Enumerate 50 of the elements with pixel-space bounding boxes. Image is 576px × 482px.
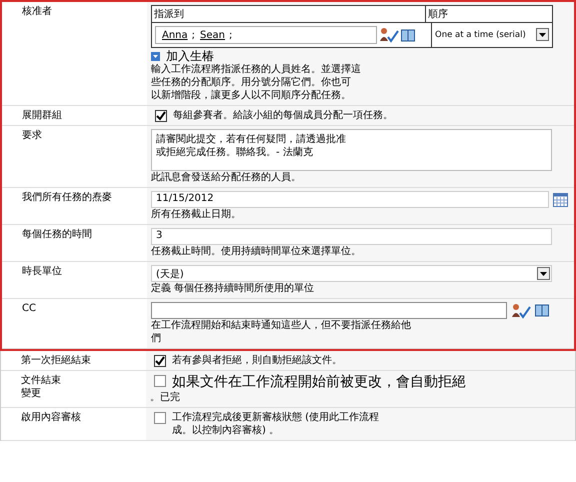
field-label: 變更 <box>21 387 41 400</box>
checkbox[interactable] <box>154 375 166 387</box>
help-text: 們 <box>151 332 161 345</box>
address-book-icon[interactable] <box>401 28 415 42</box>
person-link[interactable]: Sean <box>200 30 225 40</box>
field-label: 核准者 <box>22 5 52 18</box>
field-label: 時長單位 <box>22 265 62 278</box>
column-header: 指派到 <box>153 8 185 22</box>
person-link[interactable]: Anna <box>162 30 188 40</box>
checkbox-label: 如果文件在工作流程開始前被更改，會自動拒絕 <box>172 374 466 391</box>
expand-icon[interactable] <box>151 52 160 60</box>
checkbox-label: 工作流程完成後更新審核狀態 (使用此工作流程 <box>172 411 380 424</box>
help-text: 。已完 <box>150 391 180 404</box>
check-names-icon[interactable] <box>379 27 399 43</box>
checkbox-label: 若有參與者拒絕，則自動拒絕該文件。 <box>172 354 342 367</box>
people-field[interactable]: Anna ; Sean ; <box>155 26 377 44</box>
checkbox[interactable] <box>154 412 166 424</box>
cc-field[interactable] <box>151 302 507 319</box>
field-label: 我們所有任務的焘麥 <box>22 191 112 204</box>
checkbox-label: 每組參賽者。給該小組的每個成員分配一項任務。 <box>173 109 393 122</box>
checkbox[interactable] <box>154 355 166 367</box>
help-text: 所有任務截止日期。 <box>151 208 241 221</box>
order-dropdown[interactable]: One at a time (serial) <box>434 27 550 42</box>
checkbox[interactable] <box>155 110 167 122</box>
separator: ; <box>192 30 196 40</box>
date-field[interactable]: 11/15/2012 <box>151 191 549 208</box>
help-text: 定義 每個任務持續時間所使用的單位 <box>151 282 314 295</box>
help-text: 些任務的分配順序。用分號分隔它們。你也可 <box>151 76 351 89</box>
request-textarea[interactable]: 請審閱此提交，若有任何疑問，請透過批准 或拒絕完成任務。聯絡我。- 法蘭克 <box>151 129 552 171</box>
field-label: 啟用內容審核 <box>21 411 81 424</box>
add-stage-link[interactable]: 加入生椿 <box>166 49 214 63</box>
field-label: CC <box>22 302 36 315</box>
separator: ; <box>229 30 232 40</box>
help-text: 輸入工作流程將指派任務的人員姓名。並選擇這 <box>151 63 361 76</box>
check-names-icon[interactable] <box>511 302 531 318</box>
help-text: 在工作流程開始和結束時通知這些人，但不要指派任務給他 <box>151 319 411 332</box>
field-label: 第一次拒絕結束 <box>21 354 91 367</box>
address-book-icon[interactable] <box>535 304 549 317</box>
column-header: 順序 <box>427 8 449 22</box>
unit-dropdown[interactable]: (天是) <box>151 265 552 282</box>
field-label: 要求 <box>22 129 42 142</box>
field-label: 展開群組 <box>22 109 62 122</box>
calendar-icon[interactable] <box>553 192 568 206</box>
help-text: 以新增階段，讓更多人以不同順序分配任務。 <box>151 89 351 102</box>
field-label: 每個任務的時間 <box>22 228 92 241</box>
help-text: 任務截止時間。使用持續時間單位來選擇單位。 <box>151 245 361 258</box>
duration-field[interactable]: 3 <box>151 228 552 245</box>
field-label: 文件結束 <box>21 374 61 387</box>
help-text: 此訊息會發送給分配任務的人員。 <box>151 171 301 184</box>
checkbox-label: 成。以控制內容審核) 。 <box>172 424 280 437</box>
